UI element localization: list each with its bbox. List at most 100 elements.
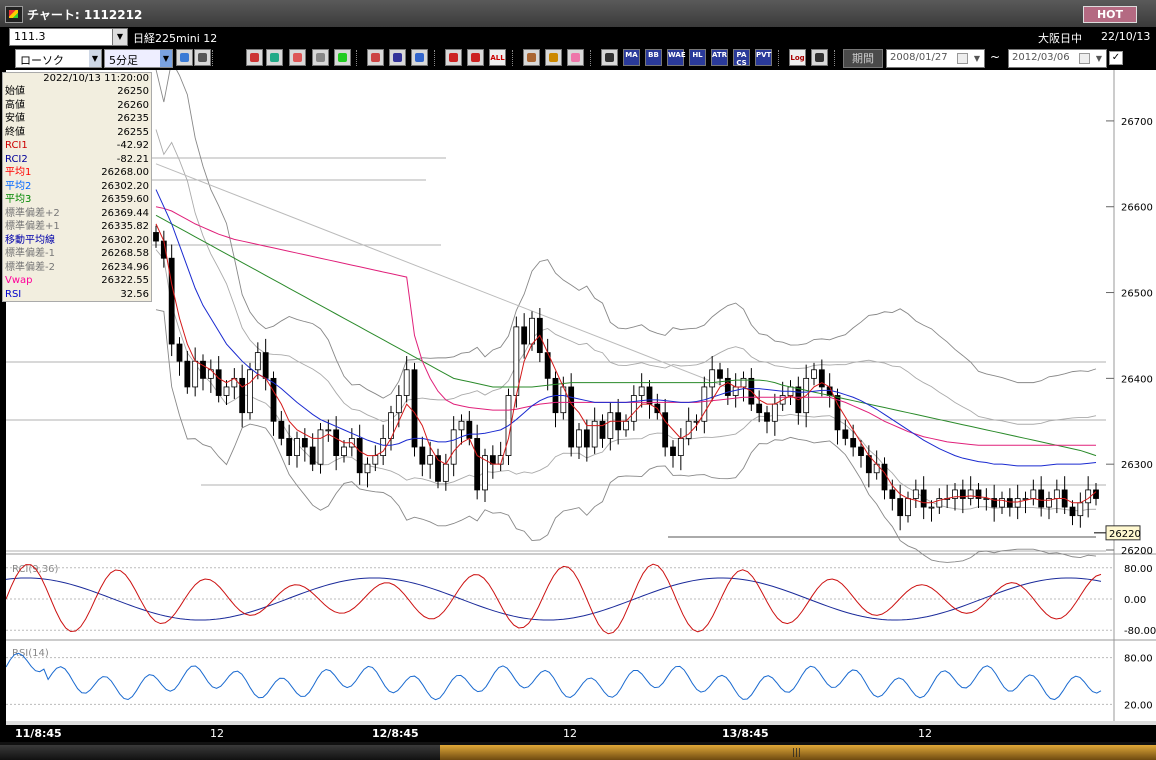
- indicator-button-bb[interactable]: BB: [645, 49, 662, 66]
- window-icon[interactable]: [811, 49, 828, 66]
- chart-type-select[interactable]: ローソク ▼: [15, 49, 102, 68]
- symbol-dropdown-button[interactable]: ▼: [112, 28, 128, 46]
- apply-checkbox[interactable]: ✓: [1109, 51, 1123, 65]
- candle-body: [677, 438, 684, 457]
- candle-body: [411, 369, 418, 448]
- rci-panel-label: RCI(9,36): [12, 564, 59, 575]
- data-window-label: RCI1: [5, 140, 28, 151]
- candle-body: [356, 438, 363, 474]
- scroll-right-icon[interactable]: [467, 49, 484, 66]
- indicator-button-ma[interactable]: MA: [623, 49, 640, 66]
- symbol-code: 111.3: [14, 30, 46, 43]
- hot-button[interactable]: HOT: [1083, 6, 1137, 23]
- data-window-label: 標準偏差-1: [5, 248, 55, 259]
- candle-body: [427, 455, 434, 465]
- date-from-value: 2008/01/27: [890, 52, 948, 63]
- time-axis-label: 12/8:45: [372, 727, 419, 740]
- candle-body: [818, 369, 825, 388]
- calendar-icon[interactable]: [1079, 53, 1090, 64]
- data-window-label: 移動平均線: [5, 234, 55, 246]
- indicator-button-wae[interactable]: WAE: [667, 49, 686, 66]
- chart-canvas[interactable]: 26700 26600 26500 26400 26300 26200 26220 RCI(9…: [6, 70, 1156, 725]
- period-button[interactable]: 期間: [843, 49, 883, 68]
- zoom-icon[interactable]: [176, 49, 193, 66]
- candle-body: [928, 506, 935, 509]
- pencil-icon[interactable]: [367, 49, 384, 66]
- candle-icon[interactable]: [246, 49, 263, 66]
- candle-body: [513, 326, 520, 396]
- wrench-icon[interactable]: [523, 49, 540, 66]
- crosshair-icon[interactable]: [194, 49, 211, 66]
- chart-type-value: ローソク: [20, 54, 64, 67]
- candle-body: [364, 463, 371, 474]
- candle-body: [200, 360, 206, 379]
- candle-body: [333, 429, 340, 457]
- all-button[interactable]: ALL: [489, 49, 506, 66]
- candle-body: [341, 446, 347, 457]
- redo-icon[interactable]: [411, 49, 428, 66]
- grip-icon: |||: [792, 748, 802, 758]
- candle-body: [850, 438, 857, 448]
- date-from-input[interactable]: 2008/01/27 ▼: [886, 49, 985, 68]
- chevron-down-icon: ▼: [89, 50, 101, 67]
- toolbar-separator: [356, 50, 359, 66]
- indicator-button-hl[interactable]: HL: [689, 49, 706, 66]
- chart-area[interactable]: 26700 26600 26500 26400 26300 26200 26220 RCI(9…: [6, 70, 1156, 725]
- candle-body: [223, 386, 230, 396]
- candle-body: [670, 446, 676, 457]
- calendar-icon[interactable]: [957, 53, 968, 64]
- arrow-icon[interactable]: [312, 49, 329, 66]
- color-icon[interactable]: [567, 49, 584, 66]
- date-to-input[interactable]: 2012/03/06 ▼: [1008, 49, 1107, 68]
- data-window-row: 高値 26260: [3, 99, 151, 113]
- toolbar-separator: [212, 50, 215, 66]
- symbol-input[interactable]: 111.3: [9, 28, 128, 46]
- log-scale-button[interactable]: Log: [789, 49, 806, 66]
- data-window-row: RCI1 -42.92: [3, 139, 151, 153]
- indicator-button-atr[interactable]: ATR: [711, 49, 728, 66]
- candle-body: [192, 360, 199, 388]
- line-draw-icon[interactable]: [334, 49, 351, 66]
- candle-body: [811, 369, 817, 379]
- candle-body: [153, 232, 159, 242]
- price-tick-label: 26300: [1121, 460, 1153, 471]
- indicator-button-pacs[interactable]: PA CS: [733, 49, 750, 67]
- date-range-separator: ~: [990, 50, 1001, 64]
- data-window-value: -42.92: [116, 140, 149, 151]
- scroll-left-icon[interactable]: [445, 49, 462, 66]
- candle-body: [607, 412, 614, 439]
- data-window-value: 26250: [117, 86, 149, 97]
- table-icon[interactable]: [601, 49, 618, 66]
- symbol-name: 日経225mini 12: [133, 32, 218, 45]
- data-window-value: 26268.00: [101, 167, 149, 178]
- zoom-in-icon[interactable]: [266, 49, 283, 66]
- toolbar-separator: [512, 50, 515, 66]
- candle-body: [372, 455, 379, 465]
- data-window-label: 標準偏差+2: [5, 207, 60, 219]
- data-window-value: 32.56: [120, 288, 149, 300]
- candle-body: [1014, 498, 1021, 508]
- candle-body: [889, 489, 896, 499]
- data-window-label: 標準偏差+1: [5, 221, 60, 232]
- candle-body: [764, 412, 770, 422]
- data-window-label: 標準偏差-2: [5, 261, 55, 273]
- period-select[interactable]: 5分足 ▼: [104, 49, 173, 68]
- indicator-button-pvt[interactable]: PVT: [755, 49, 772, 66]
- candle-body: [583, 429, 590, 448]
- candle-body: [623, 420, 629, 431]
- candle-body: [599, 420, 606, 439]
- chevron-down-icon[interactable]: ▼: [1093, 50, 1105, 67]
- scrollbar-left-area[interactable]: [0, 745, 440, 760]
- pointer-icon[interactable]: [389, 49, 406, 66]
- chevron-down-icon: ▼: [160, 50, 172, 67]
- data-window-label: 平均2: [5, 180, 32, 192]
- header-date: 22/10/13: [1101, 30, 1151, 43]
- tool-icon[interactable]: [545, 49, 562, 66]
- data-window-row: RSI 32.56: [3, 288, 151, 302]
- chart-icon[interactable]: [289, 49, 306, 66]
- candle-body: [286, 438, 293, 457]
- toolbar-separator: [590, 50, 593, 66]
- candle-body: [1030, 489, 1037, 499]
- chevron-down-icon[interactable]: ▼: [971, 50, 983, 67]
- data-window: 2022/10/13 11:20:00 始値 26250 高値 26260 安値 2623…: [2, 72, 152, 302]
